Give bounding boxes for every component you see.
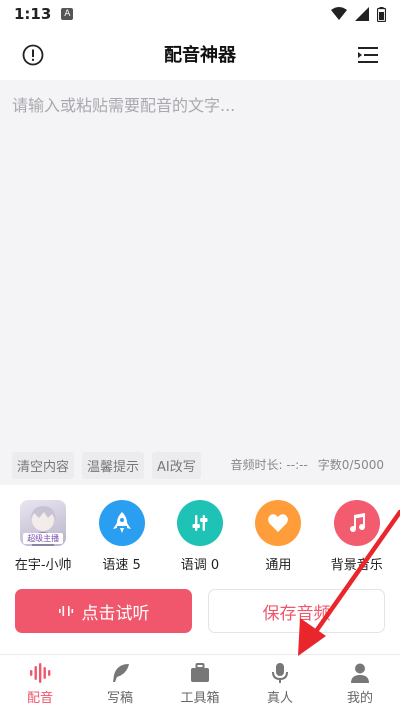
bgm-setting[interactable]: 背景音乐	[321, 500, 393, 573]
audio-duration: 音频时长: --:--	[230, 458, 308, 472]
briefcase-icon	[191, 662, 209, 682]
tab-human-voice-label: 真人	[266, 690, 293, 706]
voice-avatar: 超级主播	[20, 500, 67, 546]
feather-icon	[113, 663, 129, 682]
preview-button[interactable]: 点击试听	[15, 589, 192, 633]
script-input[interactable]	[0, 80, 400, 440]
style-circle	[255, 500, 302, 546]
rocket-icon	[112, 512, 131, 533]
waveform-icon	[30, 662, 51, 683]
person-icon	[351, 663, 369, 683]
bottom-tab-bar: 配音 写稿 工具箱 真人 我的	[0, 654, 400, 712]
char-count: 字数0/5000	[317, 458, 384, 472]
status-icons	[331, 6, 386, 22]
clear-content-button[interactable]: 清空内容	[12, 452, 75, 479]
editor-stats: 音频时长: --:-- 字数0/5000	[231, 456, 384, 473]
wifi-icon	[331, 7, 347, 20]
editor-tools: 清空内容 温馨提示 AI改写	[12, 452, 201, 479]
voice-selector[interactable]: 超级主播 在宇-小帅	[7, 500, 79, 573]
page-title: 配音神器	[164, 45, 236, 66]
signal-icon	[355, 7, 369, 21]
battery-icon	[377, 6, 386, 22]
voice-badge: 超级主播	[23, 533, 64, 544]
pitch-circle	[176, 500, 223, 546]
tab-human-voice[interactable]: 真人	[240, 662, 320, 706]
heart-icon	[268, 514, 289, 532]
speed-label: 语速 5	[102, 558, 141, 573]
tab-profile[interactable]: 我的	[320, 662, 400, 706]
ai-rewrite-button[interactable]: AI改写	[152, 452, 201, 479]
action-buttons: 点击试听 保存音频	[15, 589, 385, 633]
tab-profile-label: 我的	[346, 690, 373, 706]
style-label: 通用	[265, 558, 292, 573]
tab-writing-label: 写稿	[106, 690, 133, 706]
tab-toolbox[interactable]: 工具箱	[160, 662, 240, 706]
text-editor-area: 清空内容 温馨提示 AI改写 音频时长: --:-- 字数0/5000	[0, 80, 400, 485]
notification-icon: A	[61, 8, 74, 20]
sound-wave-icon	[58, 606, 73, 616]
app-header: 配音神器	[0, 28, 400, 80]
music-note-icon	[349, 513, 365, 533]
tab-writing[interactable]: 写稿	[80, 662, 160, 706]
bgm-circle	[333, 500, 380, 546]
menu-icon[interactable]	[356, 44, 380, 66]
tab-toolbox-label: 工具箱	[180, 690, 220, 706]
sliders-icon	[192, 515, 208, 531]
save-audio-button[interactable]: 保存音频	[208, 589, 385, 633]
preview-label: 点击试听	[81, 603, 150, 624]
tab-dubbing-label: 配音	[26, 690, 53, 706]
pitch-setting[interactable]: 语调 0	[164, 500, 236, 573]
speed-circle	[98, 500, 145, 546]
microphone-icon	[272, 662, 288, 683]
tab-dubbing[interactable]: 配音	[0, 662, 80, 706]
tips-button[interactable]: 温馨提示	[82, 452, 145, 479]
style-setting[interactable]: 通用	[242, 500, 314, 573]
voice-name: 在宇-小帅	[14, 558, 72, 573]
voice-settings-row: 超级主播 在宇-小帅 语速 5 语调 0 通用 背景音乐	[0, 500, 400, 573]
status-bar: 1:13 A	[0, 0, 400, 28]
speed-setting[interactable]: 语速 5	[86, 500, 158, 573]
bgm-label: 背景音乐	[330, 558, 383, 573]
status-time: 1:13	[14, 5, 52, 23]
pitch-label: 语调 0	[180, 558, 220, 573]
info-icon[interactable]	[22, 44, 44, 66]
